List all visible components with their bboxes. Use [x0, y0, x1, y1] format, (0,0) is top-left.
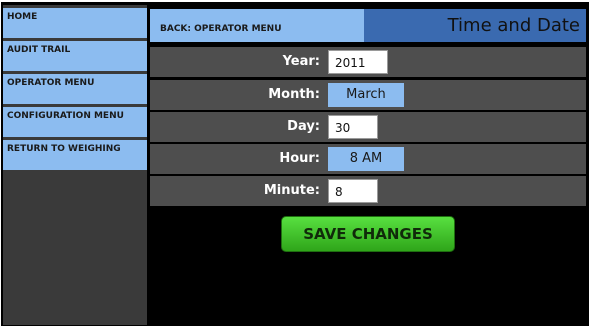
month-row: Month: March [150, 80, 586, 110]
page-title: Time and Date [364, 9, 586, 42]
back-operator-menu-button[interactable]: BACK: OPERATOR MENU [150, 9, 364, 42]
day-row: Day: 30 [150, 112, 586, 142]
hour-label: Hour: [279, 151, 320, 166]
year-label: Year: [282, 54, 320, 69]
hour-select[interactable]: 8 AM [328, 147, 404, 171]
save-changes-button[interactable]: SAVE CHANGES [281, 216, 455, 252]
day-label: Day: [287, 119, 320, 134]
sidebar-item-home[interactable]: HOME [3, 8, 147, 38]
day-field[interactable]: 30 [328, 115, 378, 139]
month-select[interactable]: March [328, 83, 404, 107]
sidebar: HOME AUDIT TRAIL OPERATOR MENU CONFIGURA… [3, 5, 147, 325]
sidebar-item-audit-trail[interactable]: AUDIT TRAIL [3, 41, 147, 71]
month-label: Month: [268, 87, 320, 102]
sidebar-item-operator-menu[interactable]: OPERATOR MENU [3, 74, 147, 104]
hour-row: Hour: 8 AM [150, 144, 586, 174]
sidebar-item-configuration-menu[interactable]: CONFIGURATION MENU [3, 107, 147, 137]
year-row: Year: 2011 [150, 47, 586, 77]
minute-field[interactable]: 8 [328, 179, 378, 203]
sidebar-item-return-to-weighing[interactable]: RETURN TO WEIGHING [3, 140, 147, 170]
minute-row: Minute: 8 [150, 176, 586, 206]
minute-label: Minute: [263, 183, 320, 198]
year-field[interactable]: 2011 [328, 50, 388, 74]
